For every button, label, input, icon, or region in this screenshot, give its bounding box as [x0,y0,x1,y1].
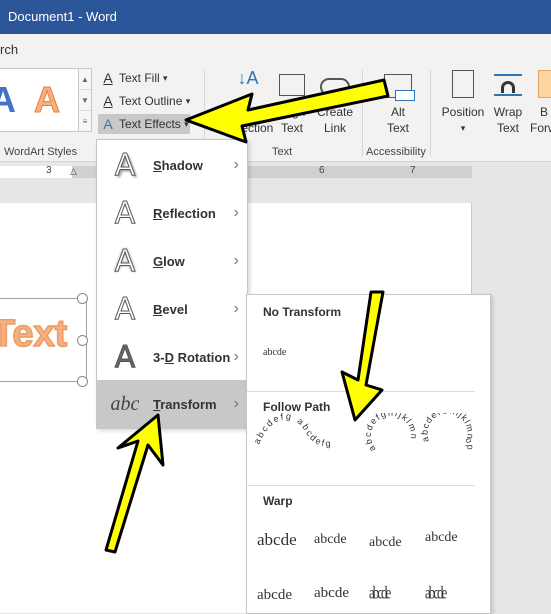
gallery-expand-icon[interactable]: ≡ [79,111,91,132]
scroll-down-icon[interactable]: ▼ [79,90,91,111]
warp-option[interactable]: abcde [314,585,349,602]
accessibility-group-label: Accessibility [366,146,426,158]
scroll-up-icon[interactable]: ▲ [79,69,91,90]
menu-item-3d-rotation[interactable]: A 3-D Rotation › [97,333,247,381]
warp-option[interactable]: abcde [314,532,347,548]
title-bar: Document1 - Word [0,0,551,34]
menu-item-bevel[interactable]: A Bevel › [97,285,247,333]
no-transform-option[interactable]: abcde [263,347,286,358]
section-divider [247,485,475,486]
transform-icon: abc [110,392,140,415]
wordart-styles-gallery[interactable]: A A [0,68,80,132]
wordart-style-orange[interactable]: A [34,79,61,121]
menu-item-glow[interactable]: A Glow › [97,237,247,285]
warp-option[interactable]: abcde [369,582,391,604]
ribbon: A A ▲ ▼ ≡ A Text Fill ▾ A Text Outline ▾ A… [0,64,551,162]
wordart-style-blue[interactable]: A [0,79,16,121]
chevron-right-icon: › [233,300,239,317]
align-text-button[interactable]: Align Text [274,70,310,136]
resize-handle[interactable] [77,335,88,346]
text-outline-icon: A [103,93,113,109]
chevron-right-icon: › [233,252,239,269]
ruler-white-area [0,166,72,178]
ruler-label: 6 [319,165,325,176]
position-icon [452,70,474,98]
warp-option[interactable]: abcde [369,535,402,551]
text-fill-button[interactable]: A Text Fill ▾ [98,68,167,88]
follow-path-options: abcdefg abcdefg abcdefghijklmn abcdefGhi… [252,413,475,453]
ruler-label: 7 [410,165,416,176]
svg-text:abcdefghijklmn: abcdefghijklmn [363,413,419,453]
ruler-label: 3 [46,165,52,176]
follow-path-heading: Follow Path [263,400,331,414]
follow-path-option-circle[interactable]: abcdefghijklmn [363,413,419,453]
wordart-textbox[interactable]: Text [0,293,88,387]
follow-path-option-button[interactable]: abcdefGhijklmnop [419,413,475,451]
chevron-right-icon: › [233,348,239,365]
align-text-icon [279,74,305,96]
group-divider [430,70,431,156]
chevron-right-icon: › [233,204,239,221]
window-title: Document1 - Word [8,9,117,24]
warp-heading: Warp [263,494,293,508]
reflection-icon: A [114,195,136,231]
warp-option[interactable]: abcde [425,530,458,546]
no-transform-heading: No Transform [263,305,342,319]
link-icon [320,78,350,96]
wrap-text-icon [494,74,522,96]
warp-option[interactable]: abcde [425,582,447,604]
indent-marker[interactable]: △ [70,166,77,177]
bring-forward-icon [538,70,551,98]
text-direction-icon: ↓A [237,68,259,88]
menu-item-reflection[interactable]: A Reflection › [97,189,247,237]
ruler-margin [248,166,472,178]
text-group-label: Text [272,146,293,158]
tell-me-search[interactable]: rch [0,34,551,64]
alt-text-icon [384,74,415,101]
wordart-text: Text [0,312,68,356]
svg-text:abcdefg abcdefg: abcdefg abcdefg [252,413,333,449]
horizontal-ruler[interactable]: 3 6 7 △ [0,162,551,180]
glow-icon: A [114,243,136,279]
search-text: rch [0,42,19,57]
3d-rotation-icon: A [114,339,136,375]
transform-submenu: No Transform abcde Follow Path abcdefg a… [246,294,491,614]
text-effects-icon: A [103,116,113,132]
shadow-icon: A [114,147,136,183]
bring-forward-button[interactable]: B Forw [530,70,551,136]
warp-option[interactable]: abcde [257,587,292,604]
resize-handle[interactable] [77,293,88,304]
create-link-button[interactable]: Create Link [314,70,356,136]
alt-text-button[interactable]: Alt Text [378,70,418,136]
follow-path-option-arch[interactable]: abcdefg abcdefg [252,413,333,449]
bevel-icon: A [114,291,136,327]
text-effects-button[interactable]: A Text Effects ▾ [98,114,190,134]
menu-item-shadow[interactable]: A Shadow › [97,141,247,189]
svg-text:abcdefGhijklmnop: abcdefGhijklmnop [419,413,475,451]
group-divider [362,70,363,156]
text-effects-menu: A Shadow › A Reflection › A Glow › A Bev… [96,139,248,429]
text-fill-icon: A [103,70,113,86]
chevron-right-icon: › [233,395,239,412]
gallery-scroll[interactable]: ▲ ▼ ≡ [78,68,92,132]
chevron-right-icon: › [233,156,239,173]
section-divider [247,391,475,392]
text-direction-button[interactable]: ↓A Text Direction [226,68,273,136]
wrap-text-button[interactable]: Wrap Text [490,70,526,136]
resize-handle[interactable] [77,376,88,387]
text-outline-button[interactable]: A Text Outline ▾ [98,91,190,111]
menu-item-transform[interactable]: abc Transform › [97,380,247,428]
position-button[interactable]: Position ▾ [440,70,486,136]
warp-option[interactable]: abcde [257,530,297,550]
wordart-styles-label: WordArt Styles [4,146,78,158]
